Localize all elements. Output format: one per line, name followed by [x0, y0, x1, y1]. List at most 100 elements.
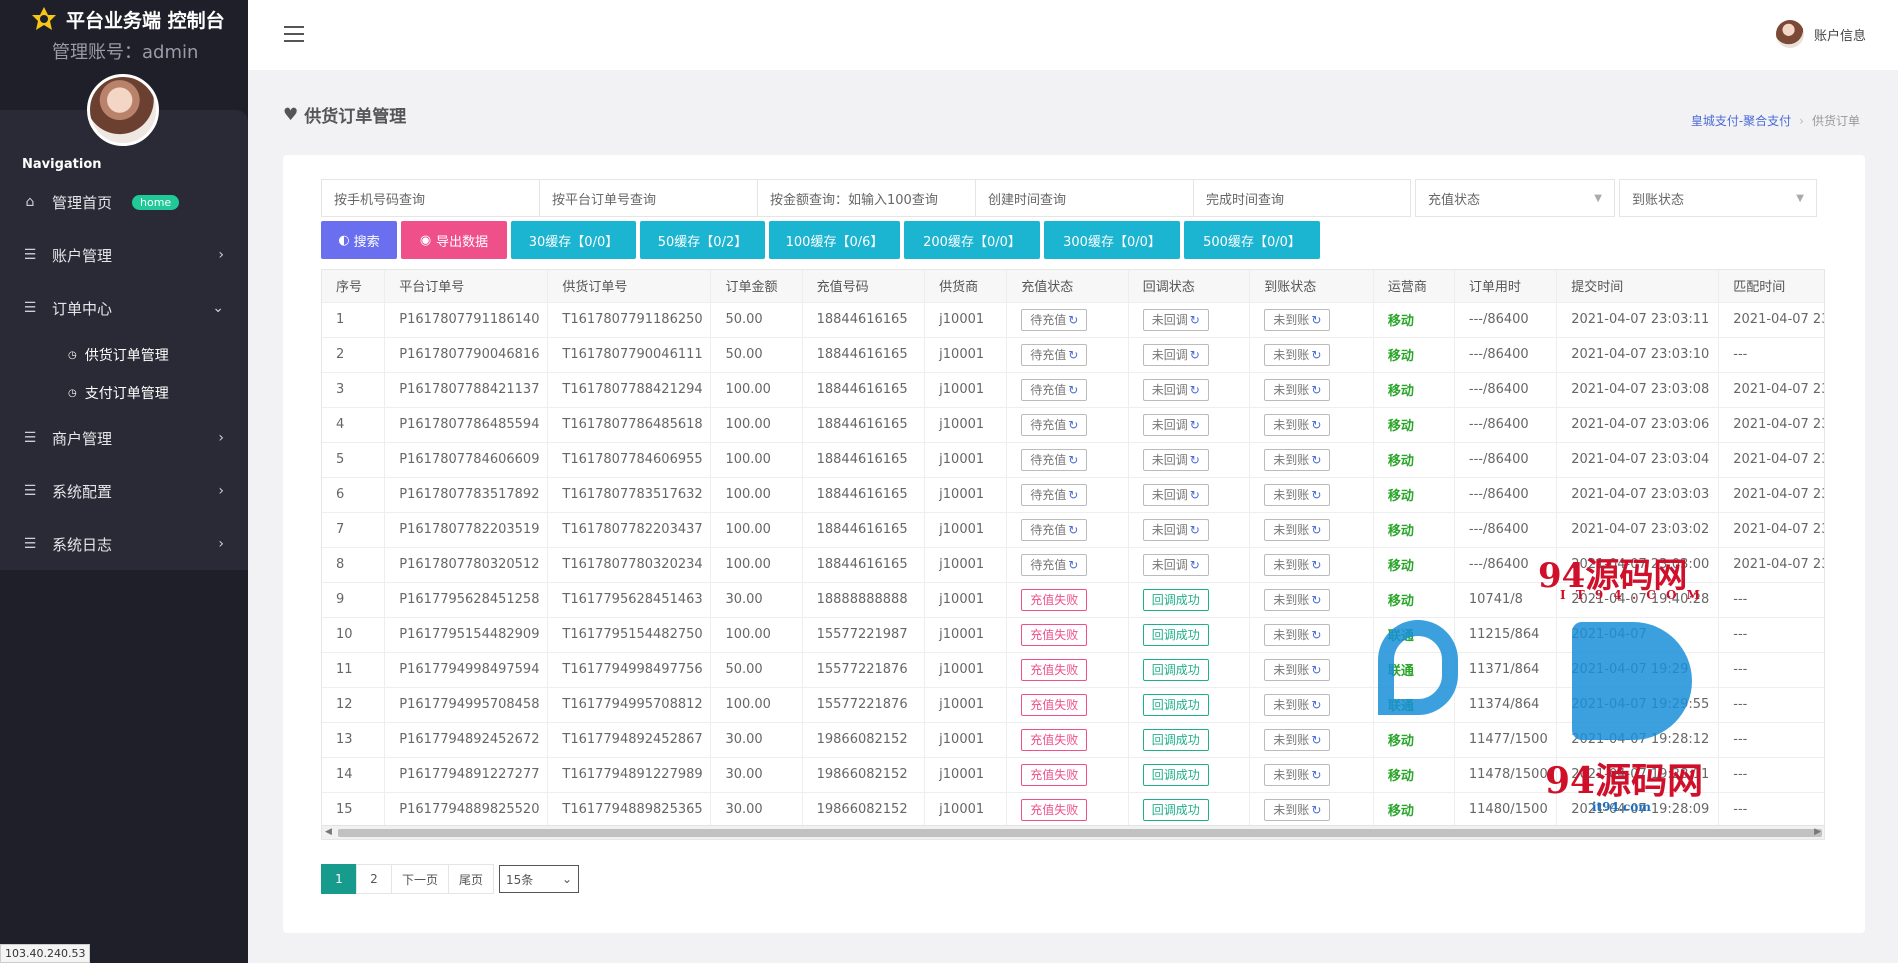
page-1-button[interactable]: 1	[321, 864, 357, 894]
recharge-status-tag[interactable]: 充值失败	[1021, 798, 1088, 821]
scrollbar-thumb[interactable]	[338, 829, 1822, 837]
arrival-status-tag[interactable]: 未到账 ↻	[1264, 553, 1331, 576]
refresh-icon[interactable]: ↻	[1190, 523, 1200, 537]
refresh-icon[interactable]: ↻	[1311, 663, 1321, 677]
recharge-status-tag[interactable]: 待充值 ↻	[1021, 483, 1088, 506]
arrival-status-tag[interactable]: 未到账 ↻	[1264, 658, 1331, 681]
callback-status-tag[interactable]: 未回调 ↻	[1142, 343, 1209, 366]
refresh-icon[interactable]: ↻	[1190, 418, 1200, 432]
arrival-status-tag[interactable]: 未到账 ↻	[1264, 308, 1331, 331]
refresh-icon[interactable]: ↻	[1068, 523, 1078, 537]
arrival-status-tag[interactable]: 未到账 ↻	[1264, 483, 1331, 506]
callback-status-tag[interactable]: 未回调 ↻	[1142, 448, 1209, 471]
refresh-icon[interactable]: ↻	[1311, 733, 1321, 747]
recharge-status-tag[interactable]: 待充值 ↻	[1021, 413, 1088, 436]
sidebar-item-orders[interactable]: ☰ 订单中心 ⌄	[0, 288, 248, 328]
refresh-icon[interactable]: ↻	[1068, 383, 1078, 397]
last-page-button[interactable]: 尾页	[448, 864, 495, 894]
refresh-icon[interactable]: ↻	[1311, 768, 1321, 782]
arrival-status-tag[interactable]: 未到账 ↻	[1264, 623, 1331, 646]
recharge-status-tag[interactable]: 充值失败	[1021, 658, 1088, 681]
arrival-status-tag[interactable]: 未到账 ↻	[1264, 763, 1331, 786]
scroll-left-icon[interactable]: ◀	[325, 827, 332, 837]
amount-search-input[interactable]: 按金额查询：如输入100查询	[757, 179, 975, 217]
account-menu[interactable]: 账户信息	[1775, 20, 1866, 48]
recharge-status-tag[interactable]: 充值失败	[1021, 623, 1088, 646]
callback-status-tag[interactable]: 未回调 ↻	[1142, 483, 1209, 506]
recharge-status-tag[interactable]: 待充值 ↻	[1021, 448, 1088, 471]
refresh-icon[interactable]: ↻	[1311, 453, 1321, 467]
recharge-status-tag[interactable]: 待充值 ↻	[1021, 518, 1088, 541]
callback-status-tag[interactable]: 未回调 ↻	[1142, 413, 1209, 436]
callback-status-tag[interactable]: 未回调 ↻	[1142, 553, 1209, 576]
cache-50-button[interactable]: 50缓存【0/2】	[640, 221, 765, 259]
recharge-status-tag[interactable]: 充值失败	[1021, 588, 1088, 611]
arrival-status-tag[interactable]: 未到账 ↻	[1264, 343, 1331, 366]
sidebar-subitem-supply-orders[interactable]: ◷ 供货订单管理	[68, 345, 169, 365]
refresh-icon[interactable]: ↻	[1190, 558, 1200, 572]
recharge-status-tag[interactable]: 待充值 ↻	[1021, 308, 1088, 331]
recharge-status-tag[interactable]: 待充值 ↻	[1021, 343, 1088, 366]
arrival-status-tag[interactable]: 未到账 ↻	[1264, 518, 1331, 541]
search-button[interactable]: ◐ 搜索	[321, 221, 397, 259]
refresh-icon[interactable]: ↻	[1190, 383, 1200, 397]
arrival-status-tag[interactable]: 未到账 ↻	[1264, 448, 1331, 471]
recharge-status-tag[interactable]: 充值失败	[1021, 763, 1088, 786]
refresh-icon[interactable]: ↻	[1311, 558, 1321, 572]
arrival-status-tag[interactable]: 未到账 ↻	[1264, 413, 1331, 436]
arrival-status-tag[interactable]: 未到账 ↻	[1264, 693, 1331, 716]
refresh-icon[interactable]: ↻	[1311, 523, 1321, 537]
refresh-icon[interactable]: ↻	[1311, 383, 1321, 397]
refresh-icon[interactable]: ↻	[1068, 418, 1078, 432]
refresh-icon[interactable]: ↻	[1190, 348, 1200, 362]
refresh-icon[interactable]: ↻	[1190, 313, 1200, 327]
cache-300-button[interactable]: 300缓存【0/0】	[1044, 221, 1180, 259]
sidebar-item-merchants[interactable]: ☰ 商户管理 ›	[0, 418, 248, 458]
callback-status-tag[interactable]: 未回调 ↻	[1142, 308, 1209, 331]
refresh-icon[interactable]: ↻	[1190, 488, 1200, 502]
refresh-icon[interactable]: ↻	[1068, 313, 1078, 327]
refresh-icon[interactable]: ↻	[1068, 348, 1078, 362]
refresh-icon[interactable]: ↻	[1311, 488, 1321, 502]
refresh-icon[interactable]: ↻	[1311, 313, 1321, 327]
callback-status-tag[interactable]: 回调成功	[1142, 623, 1209, 646]
refresh-icon[interactable]: ↻	[1068, 488, 1078, 502]
sidebar-item-logs[interactable]: ☰ 系统日志 ›	[0, 524, 248, 564]
refresh-icon[interactable]: ↻	[1311, 418, 1321, 432]
phone-search-input[interactable]: 按手机号码查询	[321, 179, 539, 217]
platform-order-search-input[interactable]: 按平台订单号查询	[539, 179, 757, 217]
export-button[interactable]: ◉ 导出数据	[401, 221, 507, 259]
page-2-button[interactable]: 2	[356, 864, 392, 894]
arrival-status-select[interactable]: 到账状态 ▼	[1619, 179, 1817, 217]
arrival-status-tag[interactable]: 未到账 ↻	[1264, 588, 1331, 611]
callback-status-tag[interactable]: 未回调 ↻	[1142, 378, 1209, 401]
next-page-button[interactable]: 下一页	[391, 864, 450, 894]
recharge-status-tag[interactable]: 待充值 ↻	[1021, 553, 1088, 576]
cache-500-button[interactable]: 500缓存【0/0】	[1184, 221, 1320, 259]
callback-status-tag[interactable]: 回调成功	[1142, 658, 1209, 681]
page-size-select[interactable]: 15条 ⌄	[499, 865, 580, 893]
sidebar-item-home[interactable]: ⌂ 管理首页 home	[0, 182, 248, 222]
recharge-status-tag[interactable]: 充值失败	[1021, 728, 1088, 751]
sidebar-item-config[interactable]: ☰ 系统配置 ›	[0, 471, 248, 511]
refresh-icon[interactable]: ↻	[1311, 698, 1321, 712]
refresh-icon[interactable]: ↻	[1311, 348, 1321, 362]
refresh-icon[interactable]: ↻	[1068, 558, 1078, 572]
breadcrumb-link[interactable]: 皇城支付-聚合支付	[1691, 114, 1791, 128]
callback-status-tag[interactable]: 回调成功	[1142, 798, 1209, 821]
arrival-status-tag[interactable]: 未到账 ↻	[1264, 798, 1331, 821]
refresh-icon[interactable]: ↻	[1311, 593, 1321, 607]
sidebar-item-accounts[interactable]: ☰ 账户管理 ›	[0, 235, 248, 275]
arrival-status-tag[interactable]: 未到账 ↻	[1264, 728, 1331, 751]
create-time-input[interactable]: 创建时间查询	[975, 179, 1193, 217]
recharge-status-tag[interactable]: 充值失败	[1021, 693, 1088, 716]
cache-200-button[interactable]: 200缓存【0/0】	[904, 221, 1040, 259]
callback-status-tag[interactable]: 回调成功	[1142, 763, 1209, 786]
callback-status-tag[interactable]: 回调成功	[1142, 693, 1209, 716]
refresh-icon[interactable]: ↻	[1068, 453, 1078, 467]
recharge-status-select[interactable]: 充值状态 ▼	[1415, 179, 1615, 217]
refresh-icon[interactable]: ↻	[1311, 803, 1321, 817]
cache-100-button[interactable]: 100缓存【0/6】	[769, 221, 900, 259]
recharge-status-tag[interactable]: 待充值 ↻	[1021, 378, 1088, 401]
sidebar-subitem-payment-orders[interactable]: ◷ 支付订单管理	[68, 383, 169, 403]
